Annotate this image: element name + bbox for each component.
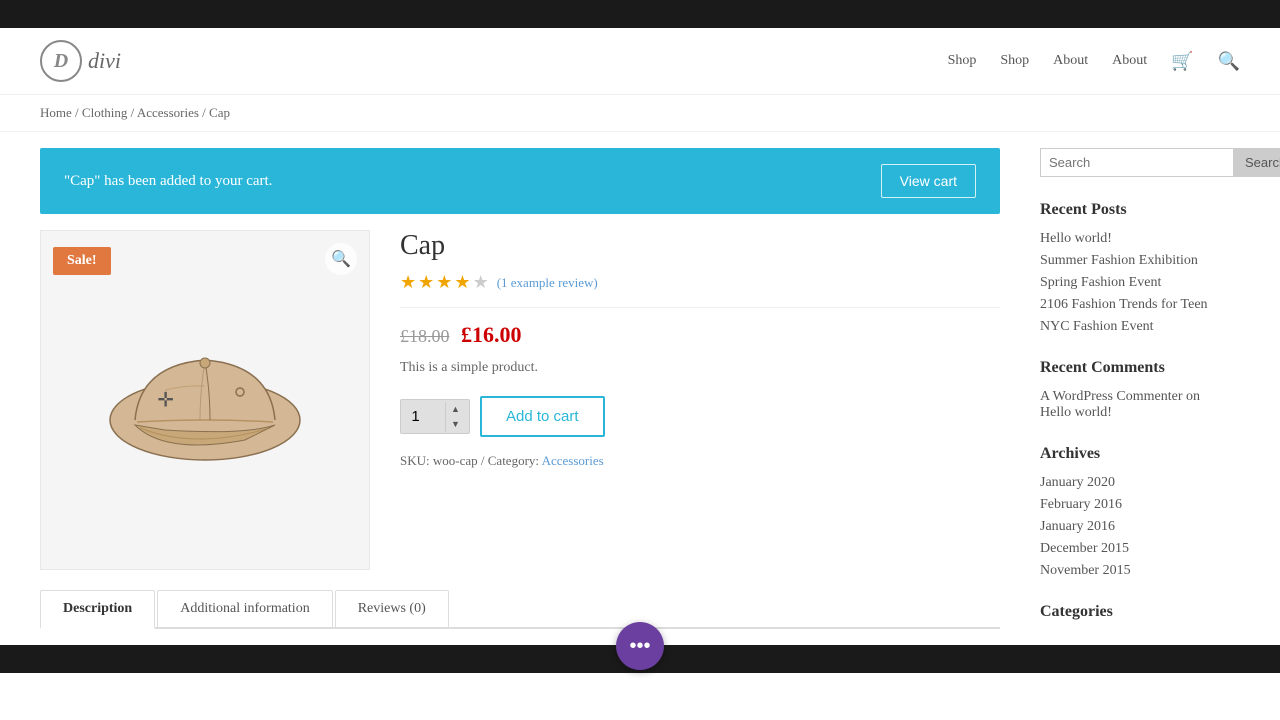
list-item: January 2016 bbox=[1040, 519, 1240, 535]
category-link[interactable]: Accessories bbox=[542, 453, 604, 468]
content-area: "Cap" has been added to your cart. View … bbox=[40, 132, 1000, 645]
breadcrumb-accessories[interactable]: Accessories bbox=[137, 105, 199, 120]
recent-post-link-3[interactable]: Spring Fashion Event bbox=[1040, 275, 1161, 290]
recent-post-link-1[interactable]: Hello world! bbox=[1040, 231, 1112, 246]
quantity-input[interactable] bbox=[401, 400, 445, 433]
breadcrumb-home[interactable]: Home bbox=[40, 105, 72, 120]
logo-circle: D bbox=[40, 40, 82, 82]
main-wrapper: "Cap" has been added to your cart. View … bbox=[0, 132, 1280, 645]
list-item: 2106 Fashion Trends for Teen bbox=[1040, 297, 1240, 313]
comment-post-link[interactable]: Hello world! bbox=[1040, 405, 1112, 420]
add-to-cart-row: ▲ ▼ Add to cart bbox=[400, 396, 1000, 437]
list-item: NYC Fashion Event bbox=[1040, 319, 1240, 335]
rating-row: ★ ★ ★ ★ ★ (1 example review) bbox=[400, 272, 1000, 308]
main-nav: Shop Shop About About 🛒 🔍 bbox=[948, 51, 1240, 72]
sku-value: woo-cap bbox=[433, 453, 478, 468]
breadcrumb: Home / Clothing / Accessories / Cap bbox=[0, 95, 1280, 132]
comment-author: A WordPress Commenter on bbox=[1040, 389, 1200, 404]
header: D divi Shop Shop About About 🛒 🔍 bbox=[0, 28, 1280, 95]
list-item: Summer Fashion Exhibition bbox=[1040, 253, 1240, 269]
archive-link-2[interactable]: February 2016 bbox=[1040, 497, 1122, 512]
sale-badge: Sale! bbox=[53, 247, 111, 275]
notification-message: "Cap" has been added to your cart. bbox=[64, 173, 272, 190]
original-price: £18.00 bbox=[400, 326, 450, 346]
search-icon[interactable]: 🔍 bbox=[1218, 51, 1240, 72]
recent-comments-title: Recent Comments bbox=[1040, 359, 1240, 377]
star-rating: ★ ★ ★ ★ ★ bbox=[400, 272, 489, 293]
view-cart-button[interactable]: View cart bbox=[881, 164, 976, 198]
product-section: Sale! 🔍 ✛ bbox=[40, 230, 1000, 570]
tab-description[interactable]: Description bbox=[40, 590, 155, 629]
recent-post-link-2[interactable]: Summer Fashion Exhibition bbox=[1040, 253, 1198, 268]
archive-link-1[interactable]: January 2020 bbox=[1040, 475, 1115, 490]
archive-link-3[interactable]: January 2016 bbox=[1040, 519, 1115, 534]
star-3: ★ bbox=[436, 272, 452, 293]
qty-arrows: ▲ ▼ bbox=[445, 402, 465, 432]
move-cursor-icon: ✛ bbox=[157, 388, 174, 413]
nav-about-1[interactable]: About bbox=[1053, 53, 1088, 69]
notification-bar: "Cap" has been added to your cart. View … bbox=[40, 148, 1000, 214]
categories-title: Categories bbox=[1040, 603, 1240, 621]
nav-about-2[interactable]: About bbox=[1112, 53, 1147, 69]
archives-title: Archives bbox=[1040, 445, 1240, 463]
categories-section: Categories bbox=[1040, 603, 1240, 621]
tab-reviews[interactable]: Reviews (0) bbox=[335, 590, 449, 627]
list-item: November 2015 bbox=[1040, 563, 1240, 579]
list-item: December 2015 bbox=[1040, 541, 1240, 557]
add-to-cart-button[interactable]: Add to cart bbox=[480, 396, 605, 437]
floating-action-button[interactable]: ••• bbox=[616, 622, 664, 670]
product-tabs: Description Additional information Revie… bbox=[40, 590, 1000, 629]
product-title: Cap bbox=[400, 230, 1000, 262]
star-4: ★ bbox=[454, 272, 470, 293]
sale-price: £16.00 bbox=[461, 322, 522, 347]
breadcrumb-clothing[interactable]: Clothing bbox=[82, 105, 128, 120]
list-item: February 2016 bbox=[1040, 497, 1240, 513]
cart-icon[interactable]: 🛒 bbox=[1171, 51, 1193, 72]
star-2: ★ bbox=[418, 272, 434, 293]
nav-shop-2[interactable]: Shop bbox=[1000, 53, 1029, 69]
price-row: £18.00 £16.00 bbox=[400, 322, 1000, 348]
top-bar bbox=[0, 0, 1280, 28]
recent-posts-section: Recent Posts Hello world! Summer Fashion… bbox=[1040, 201, 1240, 335]
search-button[interactable]: Search bbox=[1234, 148, 1280, 177]
star-5: ★ bbox=[473, 272, 489, 293]
review-link[interactable]: (1 example review) bbox=[497, 275, 598, 291]
archive-link-4[interactable]: December 2015 bbox=[1040, 541, 1129, 556]
list-item: Hello world! bbox=[1040, 231, 1240, 247]
nav-shop-1[interactable]: Shop bbox=[948, 53, 977, 69]
category-label: / Category: bbox=[481, 453, 542, 468]
breadcrumb-current: Cap bbox=[209, 105, 230, 120]
archives-list: January 2020 February 2016 January 2016 … bbox=[1040, 475, 1240, 579]
search-input[interactable] bbox=[1040, 148, 1234, 177]
product-meta: SKU: woo-cap / Category: Accessories bbox=[400, 453, 1000, 469]
zoom-icon[interactable]: 🔍 bbox=[325, 243, 357, 275]
qty-down[interactable]: ▼ bbox=[446, 417, 465, 432]
list-item: Spring Fashion Event bbox=[1040, 275, 1240, 291]
recent-post-link-5[interactable]: NYC Fashion Event bbox=[1040, 319, 1154, 334]
archives-section: Archives January 2020 February 2016 Janu… bbox=[1040, 445, 1240, 579]
archive-link-5[interactable]: November 2015 bbox=[1040, 563, 1131, 578]
product-details: Cap ★ ★ ★ ★ ★ (1 example review) £18.00 … bbox=[400, 230, 1000, 570]
logo-text: divi bbox=[88, 48, 121, 74]
list-item: January 2020 bbox=[1040, 475, 1240, 491]
recent-comment: A WordPress Commenter on Hello world! bbox=[1040, 389, 1240, 421]
tab-additional-info[interactable]: Additional information bbox=[157, 590, 332, 627]
product-image-wrapper: Sale! 🔍 ✛ bbox=[40, 230, 370, 570]
star-1: ★ bbox=[400, 272, 416, 293]
quantity-input-wrapper: ▲ ▼ bbox=[400, 399, 470, 434]
qty-up[interactable]: ▲ bbox=[446, 402, 465, 417]
recent-post-link-4[interactable]: 2106 Fashion Trends for Teen bbox=[1040, 297, 1208, 312]
recent-posts-list: Hello world! Summer Fashion Exhibition S… bbox=[1040, 231, 1240, 335]
sku-label: SKU: bbox=[400, 453, 430, 468]
search-bar: Search bbox=[1040, 148, 1240, 177]
sidebar: Search Recent Posts Hello world! Summer … bbox=[1040, 132, 1240, 645]
recent-posts-title: Recent Posts bbox=[1040, 201, 1240, 219]
cap-image bbox=[85, 310, 325, 490]
logo[interactable]: D divi bbox=[40, 40, 121, 82]
product-description: This is a simple product. bbox=[400, 360, 1000, 376]
recent-comments-section: Recent Comments A WordPress Commenter on… bbox=[1040, 359, 1240, 421]
